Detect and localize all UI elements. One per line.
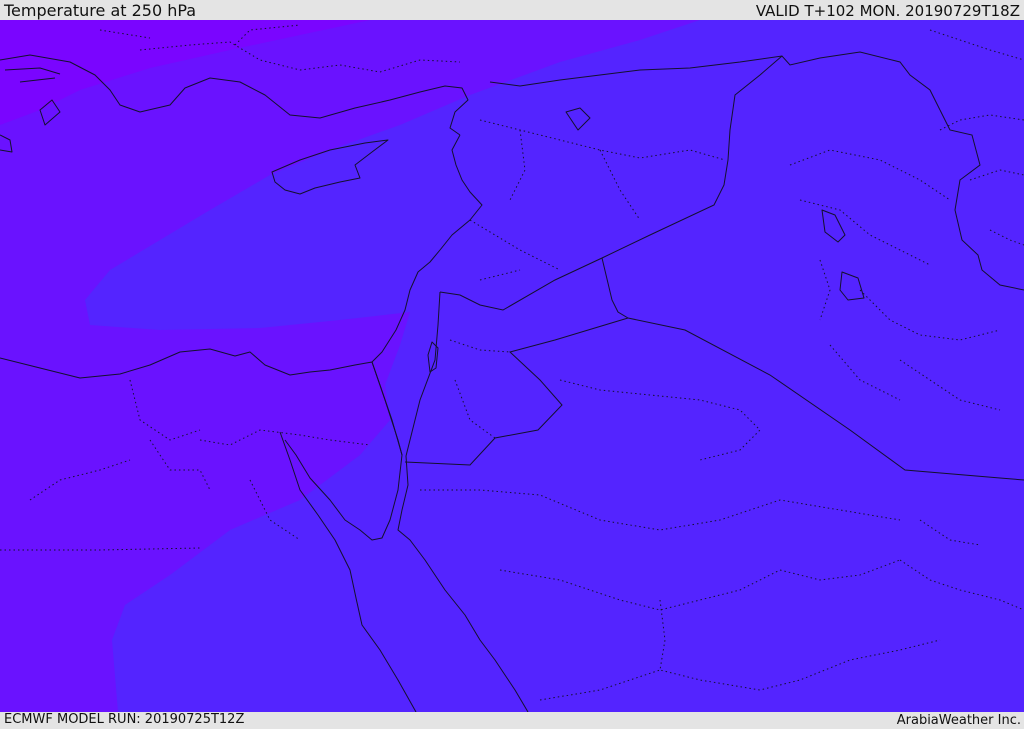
weather-map-frame: Temperature at 250 hPa VALID T+102 MON. … bbox=[0, 0, 1024, 729]
footer-bar: ECMWF MODEL RUN: 20190725T12Z ArabiaWeat… bbox=[0, 712, 1024, 729]
header-bar: Temperature at 250 hPa VALID T+102 MON. … bbox=[0, 0, 1024, 20]
map-title: Temperature at 250 hPa bbox=[4, 1, 197, 20]
credit-label: ArabiaWeather Inc. bbox=[896, 713, 1021, 728]
map-canvas bbox=[0, 20, 1024, 712]
temperature-map[interactable] bbox=[0, 20, 1024, 712]
valid-time-label: VALID T+102 MON. 20190729T18Z bbox=[755, 2, 1020, 20]
model-run-label: ECMWF MODEL RUN: 20190725T12Z bbox=[4, 712, 245, 727]
